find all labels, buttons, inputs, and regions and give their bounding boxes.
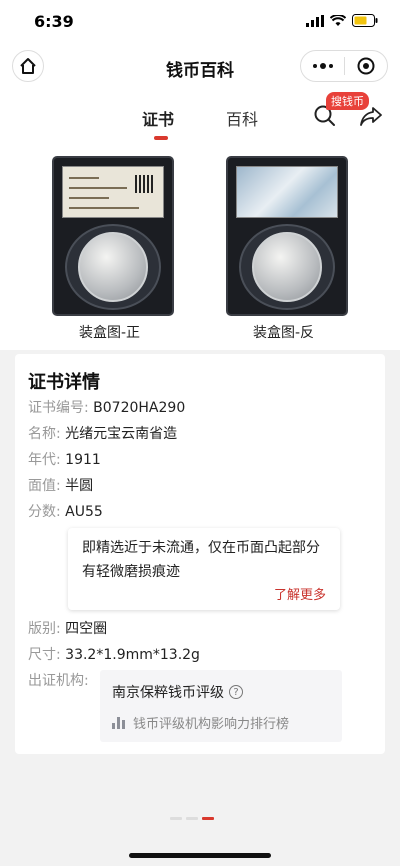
row-key: 分数:	[28, 504, 61, 520]
wifi-icon	[330, 14, 346, 26]
details-title: 证书详情	[28, 372, 100, 393]
coin-reverse	[252, 232, 322, 302]
grade-description-text: 即精选近于未流通，仅在币面凸起部分有轻微磨损痕迹	[82, 540, 320, 580]
label-line	[69, 207, 139, 209]
issuer-box: 南京保粹钱币评级 ? 钱币评级机构影响力排行榜	[100, 670, 342, 742]
more-button[interactable]	[301, 51, 344, 81]
tab-indicator	[154, 136, 168, 140]
page-indicator	[170, 817, 214, 820]
row-denomination: 面值: 半圆	[28, 475, 93, 495]
share-button[interactable]	[359, 104, 383, 132]
signal-icon	[306, 14, 324, 27]
row-key: 名称:	[28, 426, 61, 442]
slab-back-image[interactable]	[226, 156, 348, 316]
row-key: 版别:	[28, 621, 61, 637]
caption-front: 装盒图-正	[79, 325, 141, 341]
issuer-name: 南京保粹钱币评级	[112, 685, 224, 701]
issuer-ranking-label: 钱币评级机构影响力排行榜	[133, 717, 290, 732]
label-line	[69, 197, 109, 199]
row-value: AU55	[65, 504, 103, 520]
label-line	[69, 177, 99, 179]
row-key: 证书编号:	[28, 400, 89, 416]
miniprogram-capsule	[300, 50, 388, 82]
page-dot-active	[202, 817, 214, 820]
row-grade: 分数: AU55	[28, 501, 103, 521]
row-value: 33.2*1.9mm*13.2g	[65, 647, 200, 663]
row-size: 尺寸: 33.2*1.9mm*13.2g	[28, 644, 200, 664]
bar-chart-icon	[112, 716, 125, 729]
status-icons	[306, 14, 378, 27]
row-value: 1911	[65, 452, 101, 468]
tabs-bar: 证书 百科 搜钱币	[0, 90, 400, 142]
learn-more-link[interactable]: 了解更多	[274, 584, 326, 603]
page-dot	[170, 817, 182, 820]
coin-holder	[65, 224, 161, 310]
tab-wiki[interactable]: 百科	[226, 106, 258, 130]
issuer-ranking-link[interactable]: 钱币评级机构影响力排行榜	[112, 713, 289, 732]
row-issuer: 出证机构:	[28, 670, 89, 690]
help-icon[interactable]: ?	[229, 685, 243, 699]
more-icon-dot	[328, 64, 333, 68]
more-icon-dot	[319, 63, 326, 69]
more-icon	[312, 64, 317, 68]
row-name: 名称: 光绪元宝云南省造	[28, 423, 177, 443]
row-cert-number: 证书编号: B0720HA290	[28, 397, 185, 417]
close-miniprogram-button[interactable]	[345, 51, 387, 81]
row-value: 光绪元宝云南省造	[65, 426, 178, 442]
battery-icon	[352, 14, 378, 27]
caption-back: 装盒图-反	[253, 325, 315, 341]
status-bar: 6:39	[0, 0, 400, 46]
certificate-details: 证书详情 证书编号: B0720HA290 名称: 光绪元宝云南省造 年代: 1…	[15, 354, 385, 754]
status-time: 6:39	[34, 12, 74, 31]
page-dot	[186, 817, 198, 820]
row-value: 四空圈	[65, 621, 108, 637]
target-icon	[357, 57, 375, 75]
home-indicator	[129, 853, 271, 858]
grade-description: 即精选近于未流通，仅在币面凸起部分有轻微磨损痕迹 了解更多	[68, 528, 340, 610]
nav-bar: 钱币百科	[0, 46, 400, 90]
coin-obverse	[78, 232, 148, 302]
share-icon	[360, 107, 382, 126]
row-value: 半圆	[65, 478, 94, 494]
qr-code	[135, 175, 153, 193]
slab-front-image[interactable]	[52, 156, 174, 316]
row-variety: 版别: 四空圈	[28, 618, 107, 638]
row-value: B0720HA290	[93, 400, 186, 416]
label-line	[69, 187, 127, 189]
row-key: 面值:	[28, 478, 61, 494]
row-key: 年代:	[28, 452, 61, 468]
slab-label	[62, 166, 164, 218]
tab-certificate[interactable]: 证书	[142, 106, 174, 130]
row-key: 尺寸:	[28, 647, 61, 663]
hologram-label	[236, 166, 338, 218]
slab-images: 装盒图-正 装盒图-反	[0, 142, 400, 350]
coin-holder	[239, 224, 335, 310]
row-key: 出证机构:	[28, 673, 89, 689]
row-year: 年代: 1911	[28, 449, 101, 469]
issuer-name-row[interactable]: 南京保粹钱币评级 ?	[112, 682, 243, 702]
